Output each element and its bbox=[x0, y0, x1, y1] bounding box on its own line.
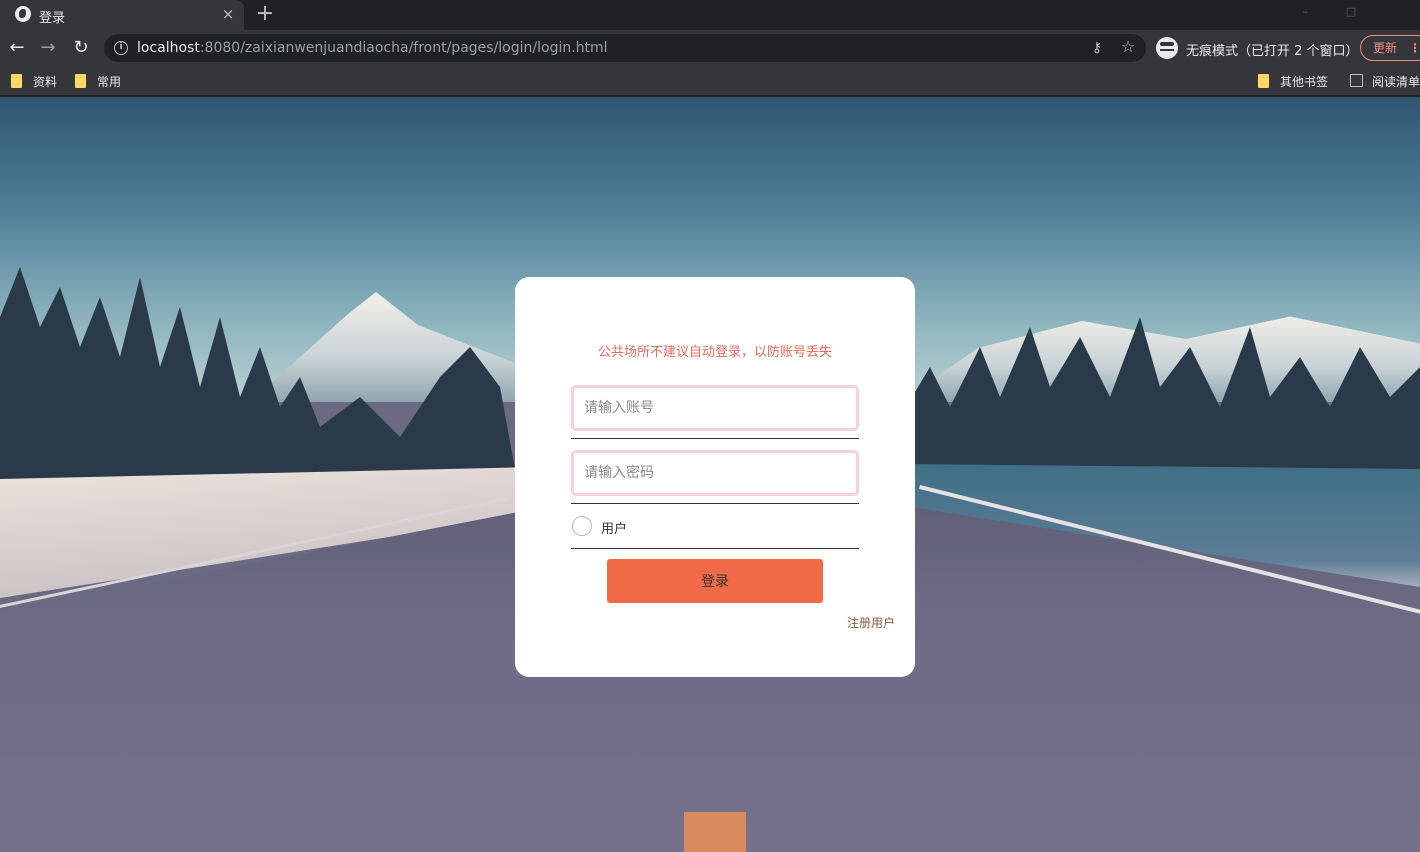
role-selector: 用户 bbox=[571, 505, 859, 549]
window-controls: – □ bbox=[1282, 0, 1420, 30]
register-link[interactable]: 注册用户 bbox=[847, 614, 895, 631]
role-label-user[interactable]: 用户 bbox=[601, 518, 627, 537]
globe-icon bbox=[15, 6, 31, 22]
folder-icon bbox=[11, 74, 22, 88]
bookmark-label: 常用 bbox=[97, 75, 122, 89]
close-icon[interactable]: × bbox=[219, 5, 237, 23]
bookmark-label: 阅读清单 bbox=[1372, 75, 1420, 89]
password-input[interactable] bbox=[571, 450, 859, 496]
tab-strip: 登录 × + – □ bbox=[0, 0, 1420, 30]
restore-button[interactable]: □ bbox=[1328, 0, 1374, 30]
reading-list-icon bbox=[1350, 74, 1363, 87]
account-field-row bbox=[571, 385, 859, 439]
bookmark-label: 其他书签 bbox=[1280, 75, 1329, 89]
url-path: :8080/zaixianwenjuandiaocha/front/pages/… bbox=[199, 40, 608, 56]
password-field-row bbox=[571, 450, 859, 504]
road-center-line bbox=[684, 812, 746, 852]
new-tab-button[interactable]: + bbox=[254, 2, 276, 26]
update-label: 更新 bbox=[1373, 41, 1398, 55]
browser-tab[interactable]: 登录 × bbox=[0, 0, 244, 30]
close-window-button[interactable] bbox=[1374, 0, 1420, 30]
security-notice: 公共场所不建议自动登录，以防账号丢失 bbox=[597, 345, 832, 360]
info-icon[interactable]: i bbox=[114, 41, 128, 55]
login-button[interactable]: 登录 bbox=[607, 559, 823, 603]
more-menu-icon[interactable]: ⋮ bbox=[1409, 36, 1420, 60]
account-input[interactable] bbox=[571, 385, 859, 431]
bookmarks-bar: 资料 常用 其他书签 阅读清单 bbox=[0, 66, 1420, 96]
reload-icon[interactable]: ↻ bbox=[70, 37, 92, 59]
tab-title: 登录 bbox=[39, 11, 66, 26]
folder-icon bbox=[75, 74, 86, 88]
login-card: 公共场所不建议自动登录，以防账号丢失 用户 登录 注册用户 bbox=[515, 277, 915, 677]
address-bar[interactable]: i localhost:8080/zaixianwenjuandiaocha/f… bbox=[104, 34, 1146, 62]
back-icon[interactable]: ← bbox=[6, 37, 28, 59]
key-icon[interactable]: ⚷ bbox=[1088, 39, 1106, 57]
bookmark-label: 资料 bbox=[33, 75, 58, 89]
folder-icon bbox=[1258, 74, 1269, 88]
minimize-button[interactable]: – bbox=[1282, 0, 1328, 30]
forward-icon[interactable]: → bbox=[37, 37, 59, 59]
incognito-icon bbox=[1156, 37, 1178, 59]
url-text[interactable]: localhost:8080/zaixianwenjuandiaocha/fro… bbox=[137, 40, 608, 56]
role-radio-user[interactable] bbox=[572, 516, 592, 536]
update-button[interactable]: 更新 ⋮ bbox=[1360, 35, 1420, 61]
url-host: localhost bbox=[137, 40, 200, 56]
star-icon[interactable]: ☆ bbox=[1119, 38, 1137, 56]
incognito-text: 无痕模式（已打开 2 个窗口） bbox=[1186, 44, 1359, 59]
